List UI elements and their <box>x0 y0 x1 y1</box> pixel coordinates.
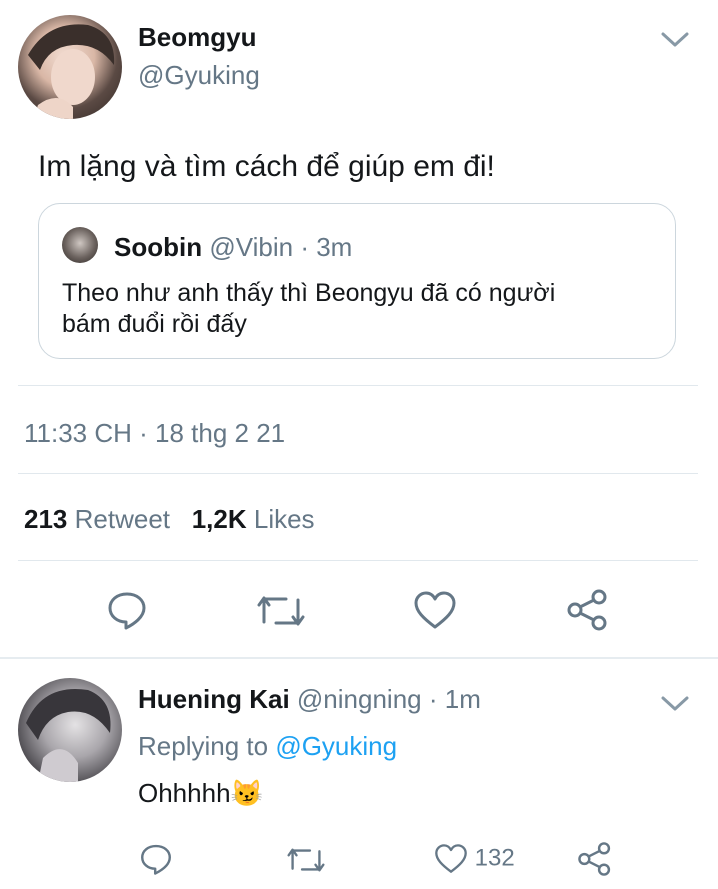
reply-like-count: 132 <box>474 844 515 872</box>
reply-text: Ohhhhh <box>138 778 231 808</box>
retweet-icon[interactable] <box>286 845 326 875</box>
like-stat[interactable]: 1,2K Likes <box>192 504 315 534</box>
quoted-avatar <box>62 227 98 263</box>
reply-icon[interactable] <box>139 842 173 876</box>
retweet-icon[interactable] <box>256 592 306 630</box>
reply-text-row: Ohhhhh😼 <box>138 778 263 809</box>
reply-header: Huening Kai @ningning · 1m <box>138 684 481 715</box>
replying-label: Replying to <box>138 731 269 761</box>
reply-author-handle[interactable]: @ningning <box>297 684 422 714</box>
quoted-time: · 3m <box>300 232 353 262</box>
quoted-author-name: Soobin <box>114 232 203 262</box>
reply-like-button[interactable]: 132 <box>434 843 515 874</box>
replying-handle-link[interactable]: @Gyuking <box>275 731 397 761</box>
quoted-author-handle: @Vibin <box>209 232 294 262</box>
author-handle[interactable]: @Gyuking <box>138 60 260 91</box>
divider <box>18 560 698 561</box>
section-divider <box>0 657 718 659</box>
chevron-down-icon[interactable] <box>660 30 690 50</box>
tweet-stats: 213 Retweet 1,2K Likes <box>24 504 315 535</box>
like-icon[interactable] <box>413 590 457 630</box>
share-icon[interactable] <box>577 841 613 877</box>
avatar[interactable] <box>18 15 122 119</box>
chevron-down-icon[interactable] <box>660 694 690 714</box>
tweet-timestamp[interactable]: 11:33 CH · 18 thg 2 21 <box>24 418 285 449</box>
avatar-image <box>28 24 115 119</box>
reply-avatar-image <box>26 688 111 782</box>
divider <box>18 473 698 474</box>
reply-author-name[interactable]: Huening Kai <box>138 684 290 714</box>
cat-emoji: 😼 <box>230 778 263 808</box>
retweet-stat[interactable]: 213 Retweet <box>24 504 177 534</box>
reply-avatar[interactable] <box>18 678 122 782</box>
like-icon <box>434 843 468 874</box>
tweet-text: Im lặng và tìm cách để giúp em đi! <box>38 150 495 183</box>
divider <box>18 385 698 386</box>
like-count: 1,2K <box>191 504 247 534</box>
quoted-text-line1: Theo như anh thấy thì Beongyu đã có ngườ… <box>62 279 556 307</box>
quoted-header: Soobin @Vibin · 3m <box>114 232 352 263</box>
retweet-label: Retweet <box>74 504 171 534</box>
quoted-text-line2: bám đuổi rồi đấy <box>62 310 247 338</box>
like-label: Likes <box>253 504 315 534</box>
share-icon[interactable] <box>566 588 610 632</box>
reply-icon[interactable] <box>106 589 148 631</box>
reply-time: · 1m <box>428 684 481 714</box>
retweet-count: 213 <box>24 504 68 534</box>
author-name[interactable]: Beomgyu <box>138 22 256 53</box>
replying-to: Replying to @Gyuking <box>138 731 397 762</box>
